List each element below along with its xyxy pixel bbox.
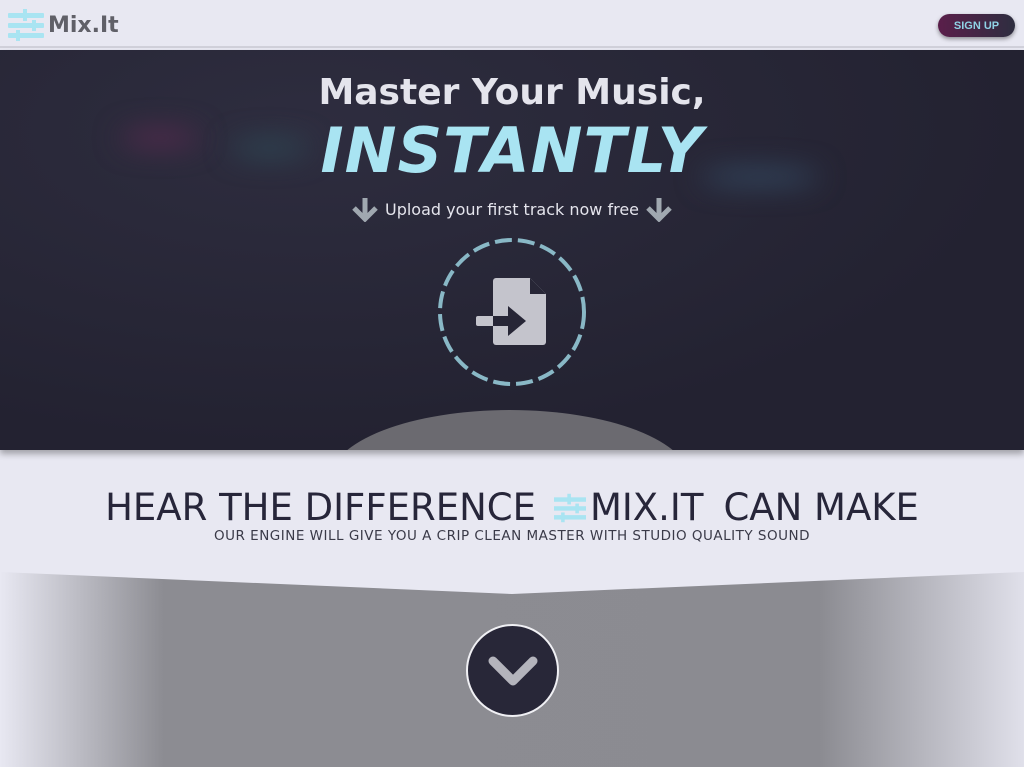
hero-highlight: INSTANTLY — [320, 114, 704, 187]
brand-logo[interactable]: Mix.It — [8, 9, 119, 41]
chevron-down-icon — [488, 656, 537, 685]
difference-heading: HEAR THE DIFFERENCE MIX.IT CAN MAKE — [0, 486, 1024, 529]
top-nav: Mix.It SIGN UP — [0, 0, 1024, 48]
arrow-down-icon — [646, 198, 672, 222]
hero-subtitle-text: Upload your first track now free — [384, 199, 639, 219]
arrow-down-icon — [352, 198, 378, 222]
scroll-down-button[interactable] — [466, 624, 559, 717]
hero-hump — [330, 410, 690, 450]
difference-title-end: CAN MAKE — [723, 486, 919, 529]
sliders-icon — [553, 493, 586, 522]
brand-name: Mix.It — [48, 12, 119, 38]
hero-section: Master Your Music, INSTANTLY Upload your… — [0, 50, 1024, 450]
hero-title: Master Your Music, — [318, 72, 706, 113]
sliders-icon — [8, 9, 44, 41]
upload-track-button[interactable] — [436, 236, 588, 388]
difference-title-start: HEAR THE DIFFERENCE — [105, 486, 536, 529]
sign-up-button[interactable]: SIGN UP — [938, 14, 1015, 37]
hero-subtitle: Upload your first track now free — [0, 196, 1024, 222]
file-import-icon — [438, 238, 586, 386]
difference-brand: MIX.IT — [589, 486, 704, 529]
difference-subtitle: OUR ENGINE WILL GIVE YOU A CRIP CLEAN MA… — [214, 528, 810, 544]
